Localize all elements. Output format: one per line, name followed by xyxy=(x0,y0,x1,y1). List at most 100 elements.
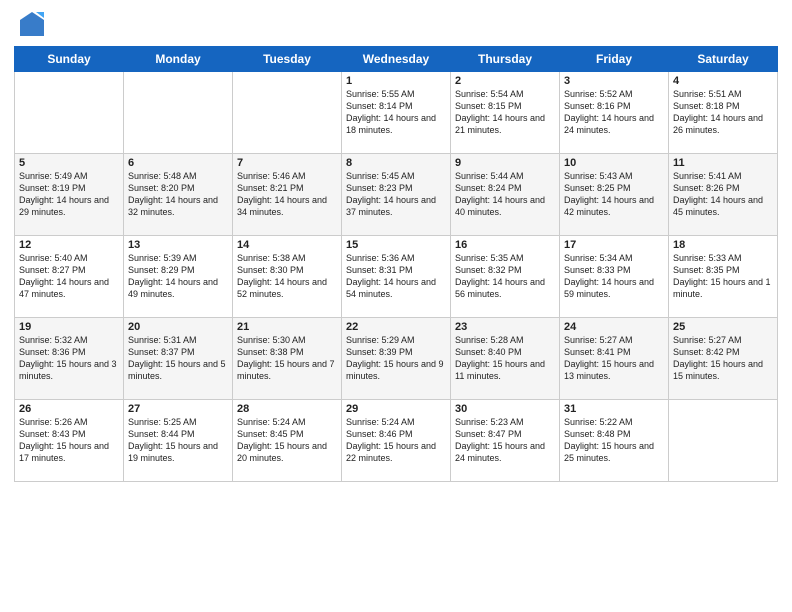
table-row: 20Sunrise: 5:31 AM Sunset: 8:37 PM Dayli… xyxy=(124,318,233,400)
day-number: 20 xyxy=(128,321,228,333)
day-info: Sunrise: 5:38 AM Sunset: 8:30 PM Dayligh… xyxy=(237,252,337,301)
table-row: 7Sunrise: 5:46 AM Sunset: 8:21 PM Daylig… xyxy=(233,154,342,236)
table-row: 19Sunrise: 5:32 AM Sunset: 8:36 PM Dayli… xyxy=(15,318,124,400)
day-info: Sunrise: 5:31 AM Sunset: 8:37 PM Dayligh… xyxy=(128,334,228,383)
day-info: Sunrise: 5:54 AM Sunset: 8:15 PM Dayligh… xyxy=(455,88,555,137)
table-row: 26Sunrise: 5:26 AM Sunset: 8:43 PM Dayli… xyxy=(15,400,124,482)
day-info: Sunrise: 5:32 AM Sunset: 8:36 PM Dayligh… xyxy=(19,334,119,383)
day-number: 18 xyxy=(673,239,773,251)
day-number: 6 xyxy=(128,157,228,169)
day-info: Sunrise: 5:33 AM Sunset: 8:35 PM Dayligh… xyxy=(673,252,773,301)
day-info: Sunrise: 5:26 AM Sunset: 8:43 PM Dayligh… xyxy=(19,416,119,465)
day-number: 27 xyxy=(128,403,228,415)
day-number: 31 xyxy=(564,403,664,415)
day-number: 1 xyxy=(346,75,446,87)
day-number: 24 xyxy=(564,321,664,333)
day-info: Sunrise: 5:39 AM Sunset: 8:29 PM Dayligh… xyxy=(128,252,228,301)
day-number: 19 xyxy=(19,321,119,333)
table-row: 11Sunrise: 5:41 AM Sunset: 8:26 PM Dayli… xyxy=(669,154,778,236)
day-number: 12 xyxy=(19,239,119,251)
day-info: Sunrise: 5:25 AM Sunset: 8:44 PM Dayligh… xyxy=(128,416,228,465)
col-saturday: Saturday xyxy=(669,47,778,72)
day-number: 29 xyxy=(346,403,446,415)
table-row: 23Sunrise: 5:28 AM Sunset: 8:40 PM Dayli… xyxy=(451,318,560,400)
table-row: 1Sunrise: 5:55 AM Sunset: 8:14 PM Daylig… xyxy=(342,72,451,154)
day-info: Sunrise: 5:51 AM Sunset: 8:18 PM Dayligh… xyxy=(673,88,773,137)
day-info: Sunrise: 5:40 AM Sunset: 8:27 PM Dayligh… xyxy=(19,252,119,301)
table-row xyxy=(15,72,124,154)
table-row: 10Sunrise: 5:43 AM Sunset: 8:25 PM Dayli… xyxy=(560,154,669,236)
day-info: Sunrise: 5:34 AM Sunset: 8:33 PM Dayligh… xyxy=(564,252,664,301)
logo xyxy=(14,10,46,38)
day-number: 2 xyxy=(455,75,555,87)
day-info: Sunrise: 5:27 AM Sunset: 8:42 PM Dayligh… xyxy=(673,334,773,383)
day-number: 23 xyxy=(455,321,555,333)
table-row: 24Sunrise: 5:27 AM Sunset: 8:41 PM Dayli… xyxy=(560,318,669,400)
table-row: 27Sunrise: 5:25 AM Sunset: 8:44 PM Dayli… xyxy=(124,400,233,482)
table-row: 31Sunrise: 5:22 AM Sunset: 8:48 PM Dayli… xyxy=(560,400,669,482)
table-row: 16Sunrise: 5:35 AM Sunset: 8:32 PM Dayli… xyxy=(451,236,560,318)
day-number: 26 xyxy=(19,403,119,415)
table-row: 17Sunrise: 5:34 AM Sunset: 8:33 PM Dayli… xyxy=(560,236,669,318)
day-info: Sunrise: 5:52 AM Sunset: 8:16 PM Dayligh… xyxy=(564,88,664,137)
logo-icon xyxy=(18,10,46,38)
col-thursday: Thursday xyxy=(451,47,560,72)
day-number: 25 xyxy=(673,321,773,333)
day-info: Sunrise: 5:43 AM Sunset: 8:25 PM Dayligh… xyxy=(564,170,664,219)
day-info: Sunrise: 5:46 AM Sunset: 8:21 PM Dayligh… xyxy=(237,170,337,219)
calendar-table: Sunday Monday Tuesday Wednesday Thursday… xyxy=(14,46,778,482)
day-info: Sunrise: 5:28 AM Sunset: 8:40 PM Dayligh… xyxy=(455,334,555,383)
day-number: 7 xyxy=(237,157,337,169)
day-info: Sunrise: 5:41 AM Sunset: 8:26 PM Dayligh… xyxy=(673,170,773,219)
day-info: Sunrise: 5:35 AM Sunset: 8:32 PM Dayligh… xyxy=(455,252,555,301)
table-row: 6Sunrise: 5:48 AM Sunset: 8:20 PM Daylig… xyxy=(124,154,233,236)
day-number: 14 xyxy=(237,239,337,251)
day-number: 17 xyxy=(564,239,664,251)
day-number: 3 xyxy=(564,75,664,87)
day-number: 30 xyxy=(455,403,555,415)
table-row: 28Sunrise: 5:24 AM Sunset: 8:45 PM Dayli… xyxy=(233,400,342,482)
table-row: 21Sunrise: 5:30 AM Sunset: 8:38 PM Dayli… xyxy=(233,318,342,400)
table-row xyxy=(124,72,233,154)
day-number: 4 xyxy=(673,75,773,87)
col-friday: Friday xyxy=(560,47,669,72)
day-number: 13 xyxy=(128,239,228,251)
table-row: 2Sunrise: 5:54 AM Sunset: 8:15 PM Daylig… xyxy=(451,72,560,154)
col-monday: Monday xyxy=(124,47,233,72)
table-row: 5Sunrise: 5:49 AM Sunset: 8:19 PM Daylig… xyxy=(15,154,124,236)
day-number: 21 xyxy=(237,321,337,333)
day-info: Sunrise: 5:45 AM Sunset: 8:23 PM Dayligh… xyxy=(346,170,446,219)
day-number: 9 xyxy=(455,157,555,169)
day-number: 15 xyxy=(346,239,446,251)
day-info: Sunrise: 5:29 AM Sunset: 8:39 PM Dayligh… xyxy=(346,334,446,383)
day-info: Sunrise: 5:48 AM Sunset: 8:20 PM Dayligh… xyxy=(128,170,228,219)
table-row: 25Sunrise: 5:27 AM Sunset: 8:42 PM Dayli… xyxy=(669,318,778,400)
calendar-header-row: Sunday Monday Tuesday Wednesday Thursday… xyxy=(15,47,778,72)
day-number: 10 xyxy=(564,157,664,169)
table-row: 4Sunrise: 5:51 AM Sunset: 8:18 PM Daylig… xyxy=(669,72,778,154)
table-row: 30Sunrise: 5:23 AM Sunset: 8:47 PM Dayli… xyxy=(451,400,560,482)
table-row: 12Sunrise: 5:40 AM Sunset: 8:27 PM Dayli… xyxy=(15,236,124,318)
day-info: Sunrise: 5:44 AM Sunset: 8:24 PM Dayligh… xyxy=(455,170,555,219)
table-row: 15Sunrise: 5:36 AM Sunset: 8:31 PM Dayli… xyxy=(342,236,451,318)
day-info: Sunrise: 5:23 AM Sunset: 8:47 PM Dayligh… xyxy=(455,416,555,465)
day-info: Sunrise: 5:22 AM Sunset: 8:48 PM Dayligh… xyxy=(564,416,664,465)
col-wednesday: Wednesday xyxy=(342,47,451,72)
day-info: Sunrise: 5:30 AM Sunset: 8:38 PM Dayligh… xyxy=(237,334,337,383)
day-info: Sunrise: 5:24 AM Sunset: 8:46 PM Dayligh… xyxy=(346,416,446,465)
table-row: 13Sunrise: 5:39 AM Sunset: 8:29 PM Dayli… xyxy=(124,236,233,318)
day-info: Sunrise: 5:36 AM Sunset: 8:31 PM Dayligh… xyxy=(346,252,446,301)
day-number: 8 xyxy=(346,157,446,169)
table-row: 9Sunrise: 5:44 AM Sunset: 8:24 PM Daylig… xyxy=(451,154,560,236)
table-row: 22Sunrise: 5:29 AM Sunset: 8:39 PM Dayli… xyxy=(342,318,451,400)
table-row xyxy=(669,400,778,482)
day-info: Sunrise: 5:49 AM Sunset: 8:19 PM Dayligh… xyxy=(19,170,119,219)
col-tuesday: Tuesday xyxy=(233,47,342,72)
header xyxy=(14,10,778,38)
day-info: Sunrise: 5:27 AM Sunset: 8:41 PM Dayligh… xyxy=(564,334,664,383)
table-row: 3Sunrise: 5:52 AM Sunset: 8:16 PM Daylig… xyxy=(560,72,669,154)
day-number: 5 xyxy=(19,157,119,169)
table-row xyxy=(233,72,342,154)
table-row: 14Sunrise: 5:38 AM Sunset: 8:30 PM Dayli… xyxy=(233,236,342,318)
day-number: 11 xyxy=(673,157,773,169)
